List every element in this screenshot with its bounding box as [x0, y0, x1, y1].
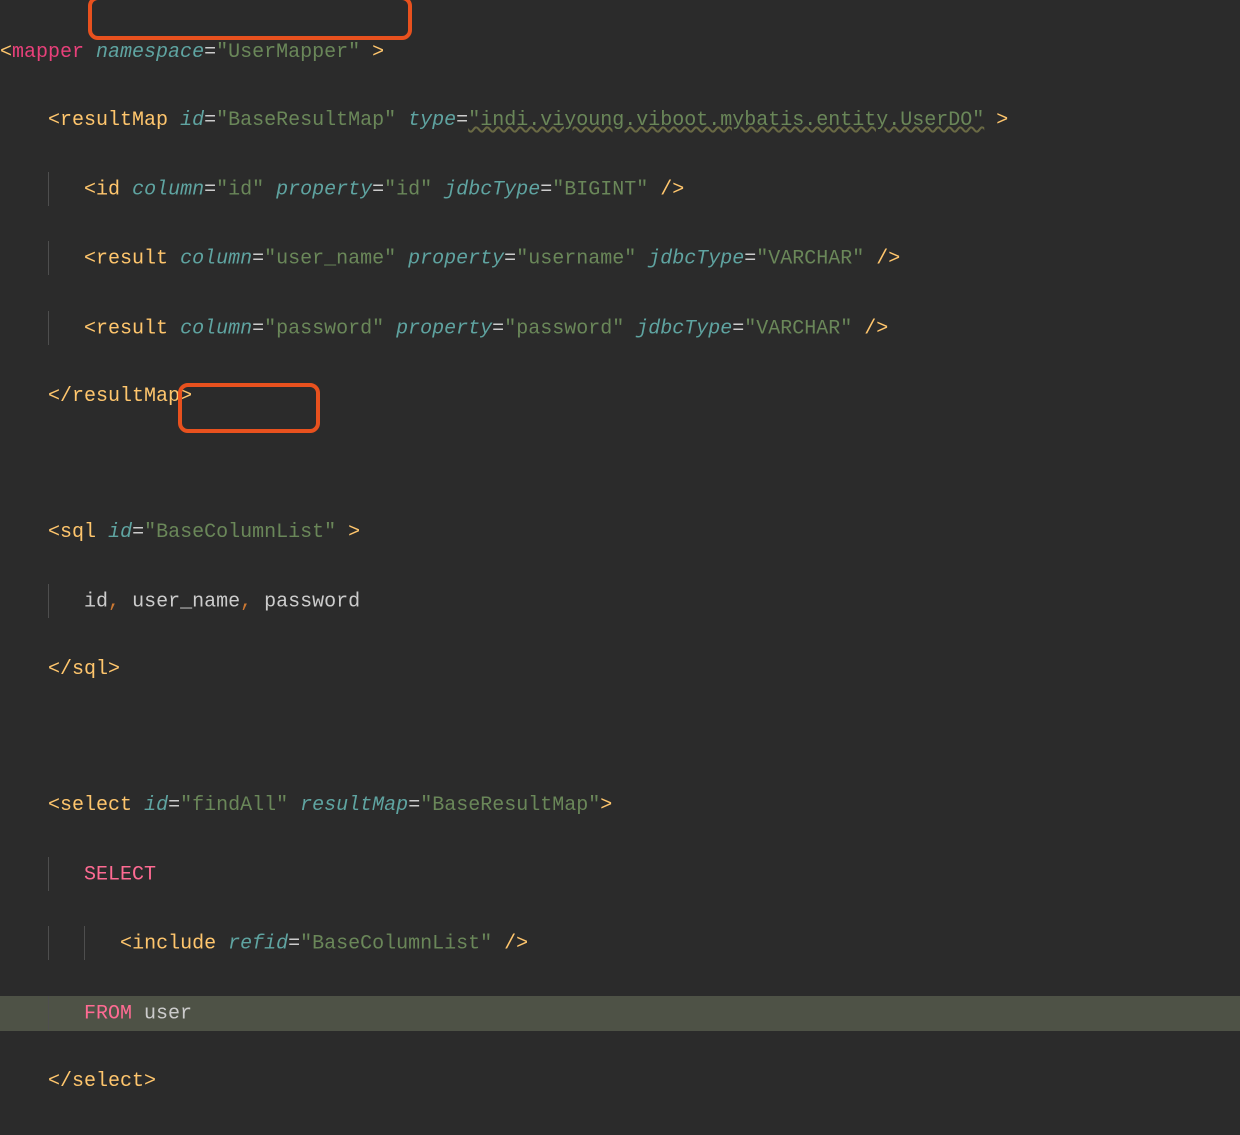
code-line-10[interactable]: </sql>: [0, 653, 1240, 687]
code-line-5[interactable]: <result column="password" property="pass…: [0, 311, 1240, 346]
code-editor[interactable]: <mapper namespace="UserMapper" > <result…: [0, 0, 1240, 1133]
xml-tag: id: [96, 178, 120, 201]
xml-attr-value: "id": [384, 178, 432, 201]
xml-attr: jdbcType: [648, 248, 744, 271]
xml-attr: column: [180, 248, 252, 271]
code-line-11[interactable]: [0, 721, 1240, 755]
xml-attr-value: "BaseResultMap": [216, 109, 396, 132]
xml-attr-value: "BaseColumnList": [144, 521, 336, 544]
xml-attr: id: [180, 109, 204, 132]
xml-attr: property: [408, 248, 504, 271]
text: id: [84, 590, 108, 613]
xml-attr: id: [108, 521, 132, 544]
xml-tag: result: [96, 248, 168, 271]
xml-attr-value: "BaseColumnList": [300, 933, 492, 956]
xml-tag: mapper: [12, 41, 84, 64]
xml-tag: resultMap: [72, 385, 180, 408]
text: password: [252, 590, 360, 613]
xml-attr-value: "username": [516, 248, 636, 271]
xml-tag: sql: [60, 521, 96, 544]
xml-attr-value: "VARCHAR": [744, 317, 852, 340]
xml-attr-value: "user_name": [264, 248, 396, 271]
xml-attr: resultMap: [300, 794, 408, 817]
xml-attr-value: "password": [264, 317, 384, 340]
xml-tag: resultMap: [60, 109, 168, 132]
xml-attr: property: [276, 178, 372, 201]
xml-attr: property: [396, 317, 492, 340]
xml-tag: select: [72, 1070, 144, 1093]
xml-tag: select: [60, 794, 132, 817]
xml-attr-value: "indi.viyoung.viboot.mybatis.entity.User…: [468, 109, 984, 132]
xml-attr-value: "VARCHAR": [756, 248, 864, 271]
code-line-1[interactable]: <mapper namespace="UserMapper" >: [0, 36, 1240, 70]
code-line-15-highlighted[interactable]: FROM user: [0, 996, 1240, 1031]
xml-tag: sql: [72, 658, 108, 681]
text: user_name: [120, 590, 240, 613]
code-line-13[interactable]: SELECT: [0, 857, 1240, 892]
code-line-3[interactable]: <id column="id" property="id" jdbcType="…: [0, 172, 1240, 207]
sql-keyword: SELECT: [84, 863, 156, 886]
xml-attr-value: "BaseResultMap": [420, 794, 600, 817]
code-line-2[interactable]: <resultMap id="BaseResultMap" type="indi…: [0, 104, 1240, 138]
code-line-6[interactable]: </resultMap>: [0, 380, 1240, 414]
text: user: [132, 1002, 192, 1025]
xml-tag: include: [132, 933, 216, 956]
xml-attr-value: "UserMapper": [216, 41, 360, 64]
xml-attr: type: [408, 109, 456, 132]
code-line-14[interactable]: <include refid="BaseColumnList" />: [0, 926, 1240, 961]
xml-attr: column: [180, 317, 252, 340]
code-line-12[interactable]: <select id="findAll" resultMap="BaseResu…: [0, 789, 1240, 823]
xml-attr: jdbcType: [444, 178, 540, 201]
xml-attr: column: [132, 178, 204, 201]
xml-attr: refid: [228, 933, 288, 956]
sql-keyword: FROM: [84, 1002, 132, 1025]
code-line-9[interactable]: id, user_name, password: [0, 584, 1240, 619]
xml-attr: namespace: [96, 41, 204, 64]
xml-attr-value: "password": [504, 317, 624, 340]
bracket: <: [0, 41, 12, 64]
code-line-7[interactable]: [0, 448, 1240, 482]
code-line-4[interactable]: <result column="user_name" property="use…: [0, 241, 1240, 276]
code-line-16[interactable]: </select>: [0, 1065, 1240, 1099]
xml-tag: result: [96, 317, 168, 340]
xml-attr-value: "id": [216, 178, 264, 201]
xml-attr-value: "BIGINT": [552, 178, 648, 201]
xml-attr-value: findAll: [192, 794, 276, 817]
code-line-8[interactable]: <sql id="BaseColumnList" >: [0, 516, 1240, 550]
xml-attr: jdbcType: [636, 317, 732, 340]
xml-attr: id: [144, 794, 168, 817]
